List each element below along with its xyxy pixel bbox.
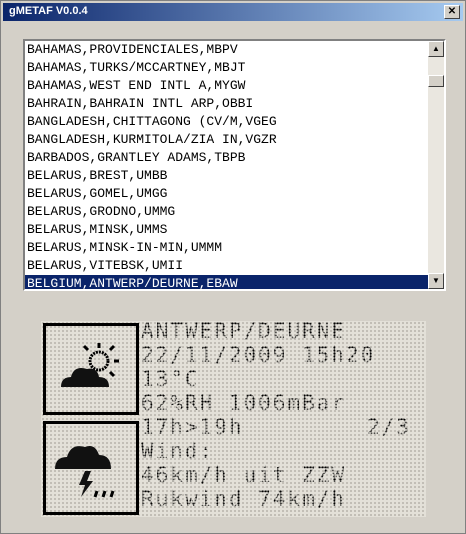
humidity-pressure-value: 62%RH 1006mBar bbox=[141, 391, 347, 415]
scroll-up-button[interactable]: ▲ bbox=[428, 41, 444, 57]
arrow-up-icon: ▲ bbox=[432, 44, 440, 53]
station-list-item[interactable]: BELARUS,GOMEL,UMGG bbox=[25, 185, 428, 203]
wind-value: 46km/h uit ZZW bbox=[141, 463, 347, 487]
station-list-item[interactable]: BAHAMAS,TURKS/MCCARTNEY,MBJT bbox=[25, 59, 428, 77]
forecast-period: 17h>19h bbox=[141, 415, 244, 439]
close-icon: ✕ bbox=[447, 6, 457, 17]
gust-value: Rukwind 74km/h bbox=[141, 487, 347, 511]
app-window: gMETAF V0.0.4 ✕ BAHAMAS,PROVIDENCIALES,M… bbox=[0, 0, 466, 534]
page-indicator: 2/3 bbox=[367, 415, 411, 439]
station-list-item[interactable]: BAHRAIN,BAHRAIN INTL ARP,OBBI bbox=[25, 95, 428, 113]
station-list-item[interactable]: BELARUS,VITEBSK,UMII bbox=[25, 257, 428, 275]
station-list-item[interactable]: BANGLADESH,CHITTAGONG (CV/M,VGEG bbox=[25, 113, 428, 131]
scroll-down-button[interactable]: ▼ bbox=[428, 273, 444, 289]
station-list-item[interactable]: BELGIUM,ANTWERP/DEURNE,EBAW bbox=[25, 275, 428, 289]
station-list[interactable]: BAHAMAS,PROVIDENCIALES,MBPV BAHAMAS,TURKS… bbox=[23, 39, 446, 291]
wind-label: Wind: bbox=[141, 439, 215, 463]
thunderstorm-rain-icon bbox=[55, 446, 115, 498]
station-list-item[interactable]: BARBADOS,GRANTLEY ADAMS,TBPB bbox=[25, 149, 428, 167]
temperature-value: 13°C bbox=[141, 367, 200, 391]
station-name: ANTWERP/DEURNE bbox=[141, 319, 347, 343]
partly-cloudy-sun-icon bbox=[61, 343, 119, 387]
lcd-weather-panel: ANTWERP/DEURNE 22/11/2009 15h20 13°C 62%… bbox=[41, 319, 426, 517]
window-title: gMETAF V0.0.4 bbox=[9, 5, 88, 17]
station-list-item[interactable]: BELARUS,MINSK-IN-MIN,UMMM bbox=[25, 239, 428, 257]
observation-datetime: 22/11/2009 15h20 bbox=[141, 343, 376, 367]
station-list-item[interactable]: BAHAMAS,PROVIDENCIALES,MBPV bbox=[25, 41, 428, 59]
arrow-down-icon: ▼ bbox=[432, 276, 440, 285]
station-list-item[interactable]: BANGLADESH,KURMITOLA/ZIA IN,VGZR bbox=[25, 131, 428, 149]
station-list-item[interactable]: BELARUS,MINSK,UMMS bbox=[25, 221, 428, 239]
vertical-scrollbar[interactable]: ▲ ▼ bbox=[428, 41, 444, 289]
scroll-thumb[interactable] bbox=[428, 75, 444, 87]
station-list-item[interactable]: BELARUS,BREST,UMBB bbox=[25, 167, 428, 185]
station-items: BAHAMAS,PROVIDENCIALES,MBPV BAHAMAS,TURKS… bbox=[25, 41, 428, 289]
close-button[interactable]: ✕ bbox=[444, 5, 460, 19]
station-list-item[interactable]: BAHAMAS,WEST END INTL A,MYGW bbox=[25, 77, 428, 95]
station-list-item[interactable]: BELARUS,GRODNO,UMMG bbox=[25, 203, 428, 221]
title-bar[interactable]: gMETAF V0.0.4 ✕ bbox=[3, 3, 463, 21]
